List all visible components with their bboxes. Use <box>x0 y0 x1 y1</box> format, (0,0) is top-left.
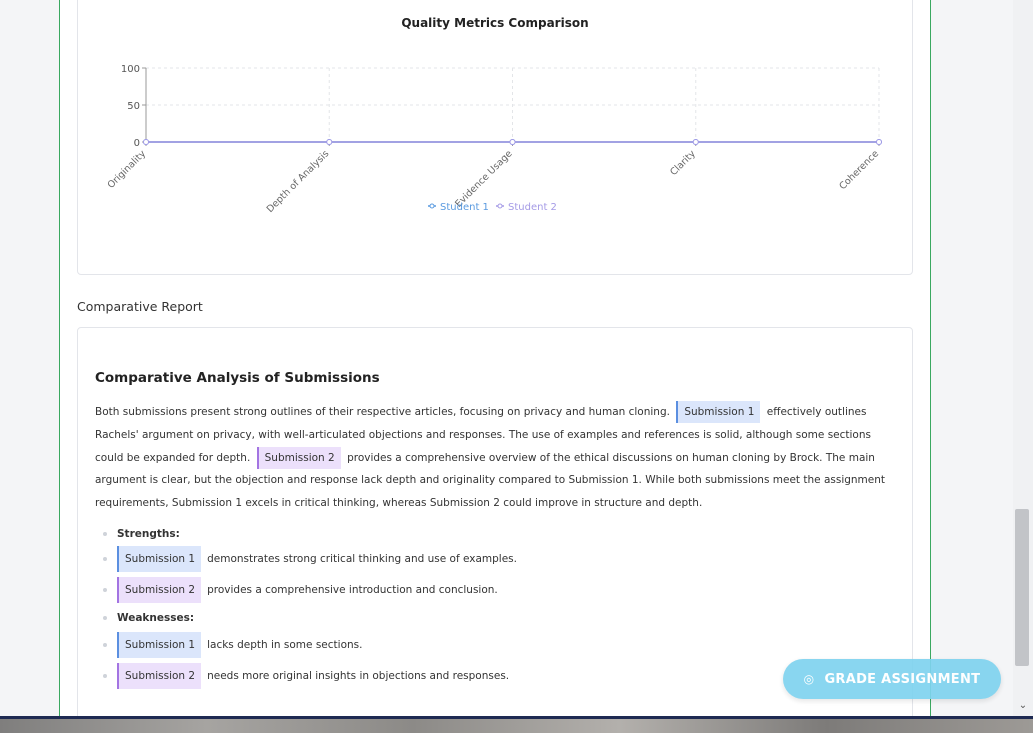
y-tick-label: 100 <box>121 64 140 75</box>
chart-card: Quality Metrics Comparison 0 50 100 Origina… <box>77 0 913 275</box>
list-item: Weaknesses: <box>95 605 194 631</box>
bullet-icon <box>103 616 107 620</box>
report-card: Comparative Analysis of Submissions Both… <box>77 327 913 716</box>
submission-2-tag[interactable]: Submission 2 <box>117 577 202 603</box>
grade-assignment-label: GRADE ASSIGNMENT <box>824 671 981 687</box>
list-item: Submission 2 needs more original insight… <box>95 663 509 689</box>
strength-text: provides a comprehensive introduction an… <box>207 584 498 596</box>
scrollbar-thumb[interactable] <box>1015 509 1029 666</box>
data-point <box>876 139 882 145</box>
submission-1-tag[interactable]: Submission 1 <box>117 632 202 658</box>
list-item: Submission 1 lacks depth in some section… <box>95 632 362 658</box>
list-item: Submission 2 provides a comprehensive in… <box>95 577 498 603</box>
report-text-1: Both submissions present strong outlines… <box>95 406 670 418</box>
x-tick-label: Coherence <box>837 148 881 192</box>
weakness-text: lacks depth in some sections. <box>207 639 363 651</box>
data-point <box>326 139 333 145</box>
data-point <box>509 139 516 145</box>
legend-label: Student 2 <box>508 202 557 213</box>
legend-label: Student 1 <box>440 202 489 213</box>
legend-marker <box>497 203 503 209</box>
bullet-icon <box>103 588 107 592</box>
data-point <box>692 139 699 145</box>
vertical-scrollbar[interactable]: ⌄ <box>1013 0 1033 716</box>
bullet-icon <box>103 532 107 536</box>
main-panel: Quality Metrics Comparison 0 50 100 Origina… <box>59 0 931 716</box>
weaknesses-label: Weaknesses: <box>117 612 195 624</box>
quality-metrics-chart: 0 50 100 Originality Depth of Analysis Eviden… <box>106 64 882 215</box>
report-title: Comparative Analysis of Submissions <box>95 370 380 386</box>
y-tick-label: 50 <box>127 101 140 112</box>
list-item: Strengths: <box>95 521 180 547</box>
legend-marker <box>429 203 435 209</box>
list-item: Submission 1 demonstrates strong critica… <box>95 546 517 572</box>
report-paragraph: Both submissions present strong outlines… <box>95 401 887 515</box>
strength-text: demonstrates strong critical thinking an… <box>207 553 517 565</box>
circle-check-icon: ◎ <box>803 672 815 686</box>
bullet-icon <box>103 643 107 647</box>
data-point <box>143 139 149 145</box>
strengths-label: Strengths: <box>117 528 180 540</box>
bullet-icon <box>103 674 107 678</box>
x-tick-label: Depth of Analysis <box>265 148 332 215</box>
grade-assignment-button[interactable]: ◎ GRADE ASSIGNMENT <box>783 659 1001 699</box>
desktop-background-strip <box>0 716 1033 733</box>
bullet-icon <box>103 557 107 561</box>
comparative-report-label: Comparative Report <box>77 299 203 314</box>
submission-1-tag[interactable]: Submission 1 <box>676 401 761 424</box>
scroll-down-arrow-icon[interactable]: ⌄ <box>1016 700 1030 714</box>
submission-2-tag[interactable]: Submission 2 <box>117 663 202 689</box>
submission-2-tag[interactable]: Submission 2 <box>256 446 341 469</box>
x-tick-label: Originality <box>106 148 149 191</box>
submission-1-tag[interactable]: Submission 1 <box>117 546 202 572</box>
y-tick-label: 0 <box>134 138 140 149</box>
x-tick-label: Evidence Usage <box>453 148 515 210</box>
x-tick-label: Clarity <box>668 148 698 178</box>
weakness-text: needs more original insights in objectio… <box>207 670 510 682</box>
